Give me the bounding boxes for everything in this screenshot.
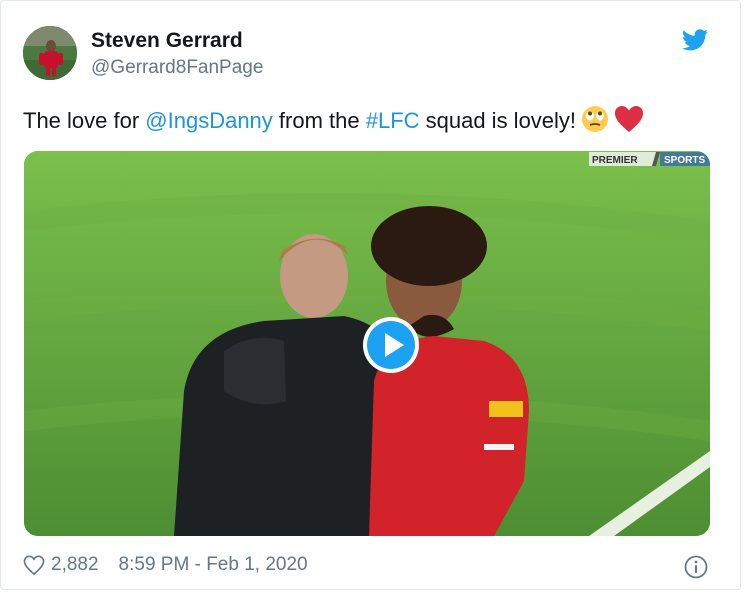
tweet-text-middle: from the — [272, 107, 366, 133]
broadcaster-left-label: PREMIER — [592, 155, 638, 166]
video-media[interactable]: PREMIER SPORTS — [24, 151, 710, 536]
like-button[interactable]: 2,882 — [23, 554, 99, 576]
broadcaster-right-label: SPORTS — [664, 155, 705, 166]
twitter-bird-icon[interactable] — [682, 29, 708, 51]
tweet-card: Steven Gerrard @Gerrard8FanPage The love… — [0, 0, 741, 590]
heart-icon — [23, 555, 45, 575]
tweet-text-before: The love for — [23, 107, 146, 133]
play-icon[interactable] — [361, 315, 421, 375]
info-icon[interactable] — [684, 555, 708, 579]
avatar-image — [23, 26, 77, 80]
tweet-timestamp[interactable]: 8:59 PM - Feb 1, 2020 — [119, 554, 308, 576]
tweet-footer: 2,882 8:59 PM - Feb 1, 2020 — [23, 554, 308, 576]
mention-link[interactable]: @IngsDanny — [145, 108, 273, 133]
face-with-rolling-eyes-emoji — [580, 104, 610, 140]
avatar[interactable] — [23, 26, 77, 80]
author-handle[interactable]: @Gerrard8FanPage — [91, 57, 263, 79]
like-count: 2,882 — [51, 554, 99, 575]
red-heart-emoji — [614, 105, 644, 139]
hashtag-link[interactable]: #LFC — [366, 108, 420, 133]
author-display-name[interactable]: Steven Gerrard — [91, 29, 243, 53]
tweet-text: The love for @IngsDanny from the #LFC sq… — [23, 104, 644, 140]
tweet-text-after: squad is lovely! — [419, 107, 577, 133]
